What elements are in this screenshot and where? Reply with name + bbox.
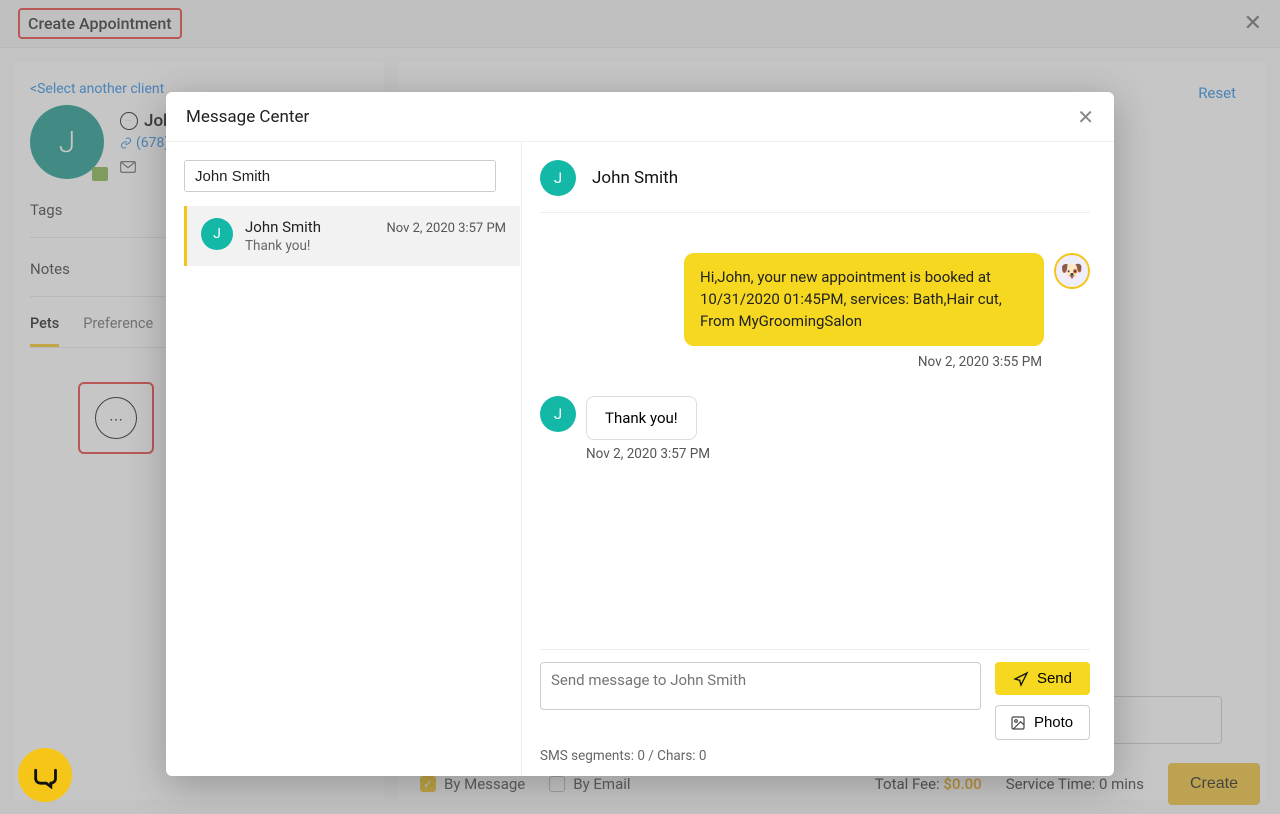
send-icon: [1013, 671, 1029, 687]
thread-avatar: J: [540, 160, 576, 196]
sender-avatar-icon: 🐶: [1054, 253, 1090, 289]
photo-button[interactable]: Photo: [995, 705, 1090, 740]
send-button[interactable]: Send: [995, 662, 1090, 695]
conversation-avatar: J: [201, 218, 233, 250]
message-bubble-out: Hi,John, your new appointment is booked …: [684, 253, 1044, 346]
photo-icon: [1010, 715, 1026, 731]
thread-name: John Smith: [592, 168, 678, 188]
message-bubble-in: Thank you!: [586, 396, 697, 440]
conversation-item[interactable]: J John Smith Nov 2, 2020 3:57 PM Thank y…: [184, 206, 520, 266]
chat-icon: [31, 761, 59, 789]
conversation-time: Nov 2, 2020 3:57 PM: [387, 221, 507, 236]
message-outgoing: Hi,John, your new appointment is booked …: [540, 253, 1090, 346]
modal-close-icon[interactable]: ✕: [1077, 105, 1094, 129]
chat-fab[interactable]: [18, 748, 72, 802]
message-center-modal: Message Center ✕ J John Smith Nov 2, 202…: [166, 92, 1114, 776]
conversation-list-panel: J John Smith Nov 2, 2020 3:57 PM Thank y…: [166, 142, 522, 776]
search-input[interactable]: [184, 160, 496, 192]
message-time-in: Nov 2, 2020 3:57 PM: [586, 446, 1090, 462]
message-avatar-in: J: [540, 396, 576, 432]
sms-info: SMS segments: 0 / Chars: 0: [540, 748, 1090, 764]
message-incoming: J Thank you!: [540, 396, 1090, 440]
compose-input[interactable]: [540, 662, 981, 710]
conversation-name: John Smith: [245, 218, 321, 236]
thread-panel: J John Smith Hi,John, your new appointme…: [522, 142, 1114, 776]
conversation-preview: Thank you!: [245, 238, 506, 254]
modal-title: Message Center: [186, 107, 309, 127]
message-time-out: Nov 2, 2020 3:55 PM: [540, 354, 1042, 370]
